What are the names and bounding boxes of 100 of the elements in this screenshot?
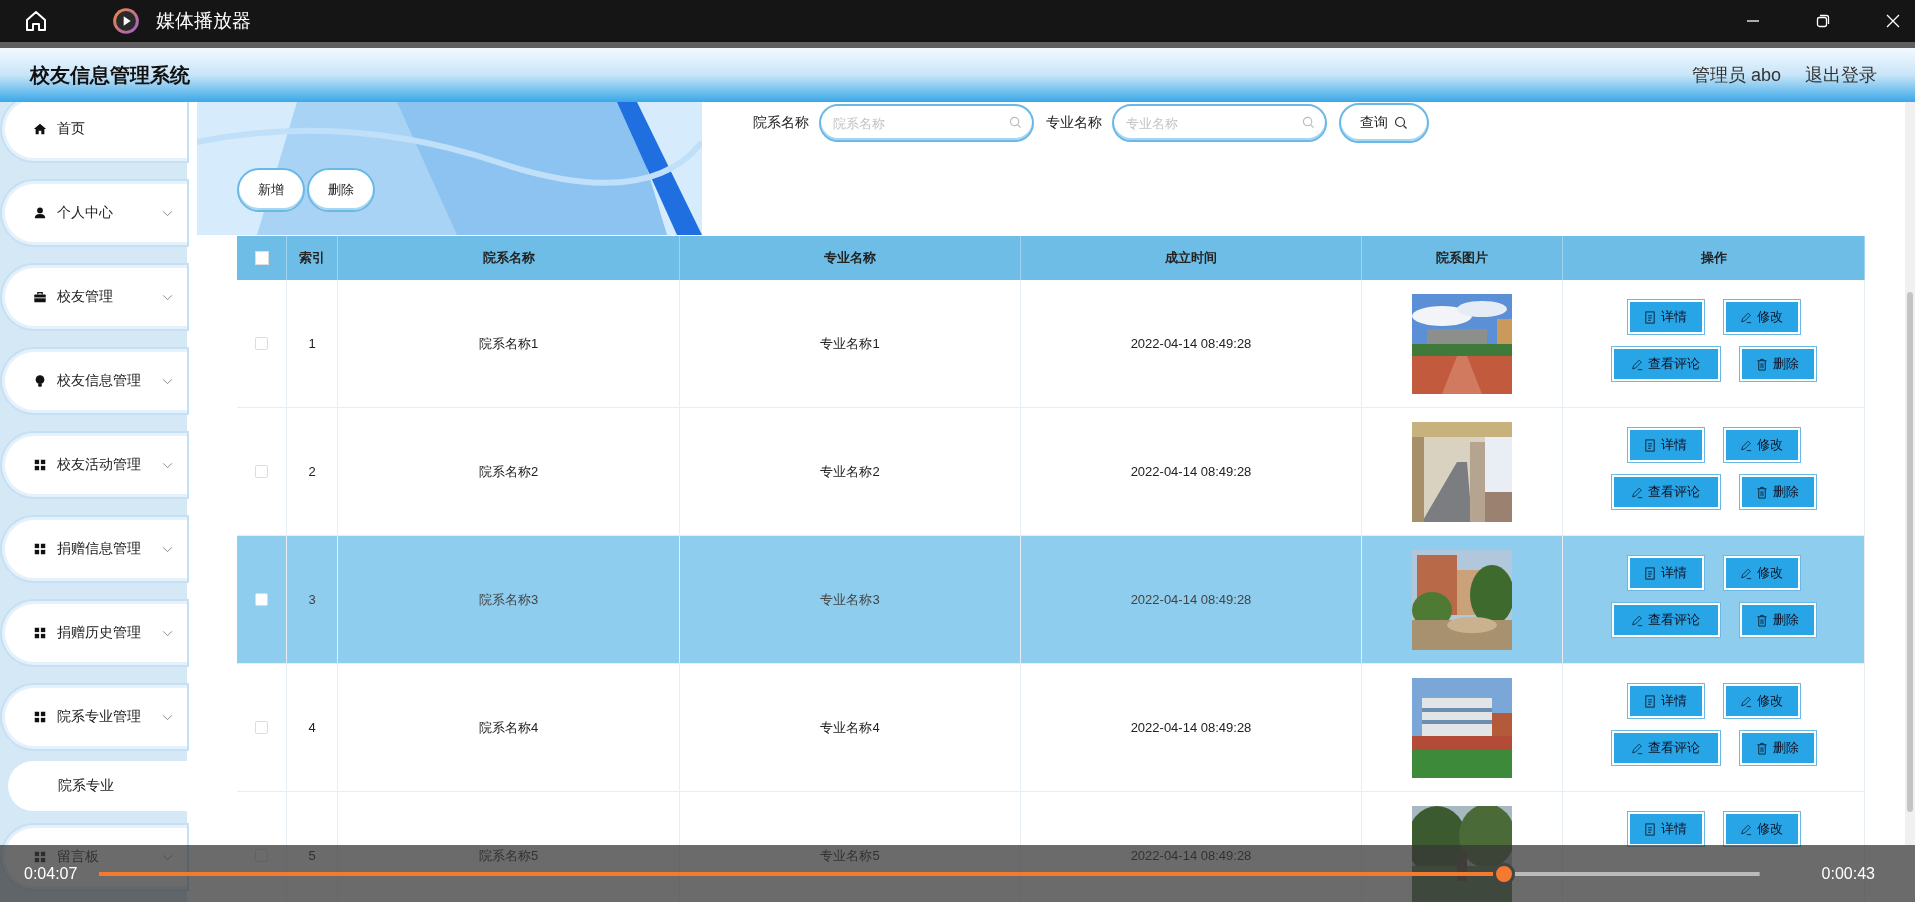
sidebar-item[interactable]: 捐赠历史管理 (2, 601, 187, 665)
user-icon (33, 206, 47, 220)
table-cell: 1 (308, 336, 316, 351)
table-row[interactable]: 3 院系名称3 专业名称3 2022-04-14 08:49:28 详情 修改 查看评论 删除 (237, 536, 1865, 664)
action-button[interactable]: 修改 (1723, 812, 1800, 846)
home-icon[interactable] (24, 9, 48, 33)
action-button[interactable]: 删除 (1739, 475, 1816, 509)
table-row[interactable]: 4 院系名称4 专业名称4 2022-04-14 08:49:28 详情 修改 查看评论 删除 (237, 664, 1865, 792)
action-button[interactable]: 查看评论 (1611, 347, 1720, 381)
document-icon (1644, 566, 1656, 580)
query-button[interactable]: 查询 (1339, 103, 1429, 143)
chevron-down-icon (162, 209, 173, 217)
sidebar-item[interactable]: 校友信息管理 (2, 349, 187, 413)
action-button[interactable]: 详情 (1627, 812, 1704, 846)
row-checkbox[interactable] (255, 721, 268, 734)
search-icon (1394, 116, 1408, 130)
table-cell: 2 (308, 464, 316, 479)
pencil-icon (1631, 357, 1643, 371)
document-icon (1644, 310, 1656, 324)
chevron-down-icon (162, 713, 173, 721)
document-icon (1644, 438, 1656, 452)
menu-label: 个人中心 (57, 204, 114, 222)
pencil-icon (1631, 741, 1643, 755)
menu-label: 校友管理 (57, 288, 114, 306)
seek-handle[interactable] (1492, 862, 1515, 885)
sidebar-item[interactable]: 首页 (2, 102, 187, 161)
select-all-checkbox[interactable] (254, 251, 269, 265)
chevron-down-icon (162, 377, 173, 385)
table-cell: 2022-04-14 08:49:28 (1130, 336, 1252, 351)
action-button[interactable]: 修改 (1723, 556, 1800, 590)
table-cell: 2022-04-14 08:49:28 (1130, 848, 1252, 863)
row-checkbox[interactable] (255, 593, 268, 606)
action-button[interactable]: 删除 (1739, 603, 1816, 637)
row-checkbox[interactable] (255, 337, 268, 350)
table-cell: 2022-04-14 08:49:28 (1130, 592, 1252, 607)
table-row[interactable]: 1 院系名称1 专业名称1 2022-04-14 08:49:28 详情 修改 查看评论 删除 (237, 280, 1865, 408)
action-button[interactable]: 详情 (1627, 684, 1704, 718)
sidebar-item[interactable]: 院系专业管理 (2, 685, 187, 749)
action-button[interactable]: 删除 (1739, 347, 1816, 381)
window-title: 媒体播放器 (156, 9, 251, 33)
pencil-icon (1740, 310, 1752, 324)
pencil-icon (1740, 694, 1752, 708)
bulb-icon (33, 374, 47, 388)
action-button[interactable]: 修改 (1723, 684, 1800, 718)
table-cell: 4 (308, 720, 316, 735)
chevron-down-icon (162, 545, 173, 553)
action-button[interactable]: 详情 (1627, 428, 1704, 462)
row-checkbox[interactable] (255, 465, 268, 478)
remaining-time: 0:00:43 (1821, 864, 1875, 883)
search-field[interactable]: 专业名称 (1112, 104, 1327, 142)
scrollbar[interactable] (1905, 102, 1915, 845)
logout-link[interactable]: 退出登录 (1805, 63, 1877, 87)
action-button[interactable]: 修改 (1723, 428, 1800, 462)
table-cell: 专业名称4 (820, 718, 880, 737)
table-row[interactable]: 2 院系名称2 专业名称2 2022-04-14 08:49:28 详情 修改 查看评论 删除 (237, 408, 1865, 536)
restore-icon[interactable] (1815, 13, 1831, 29)
table-cell: 专业名称1 (820, 334, 880, 353)
table-cell: 2022-04-14 08:49:28 (1130, 464, 1252, 479)
submenu-item[interactable]: 院系专业 (8, 761, 187, 811)
document-icon (1644, 694, 1656, 708)
chevron-down-icon (162, 461, 173, 469)
action-button[interactable]: 修改 (1723, 300, 1800, 334)
sidebar-item[interactable]: 校友管理 (2, 265, 187, 329)
table-cell: 5 (308, 848, 316, 863)
app-title: 校友信息管理系统 (30, 62, 190, 88)
pencil-icon (1631, 613, 1643, 627)
search-icon (1302, 116, 1315, 129)
sidebar-item[interactable]: 捐赠信息管理 (2, 517, 187, 581)
action-button[interactable]: 详情 (1627, 556, 1704, 590)
chevron-down-icon (162, 293, 173, 301)
grid-icon (33, 458, 47, 472)
table-cell: 院系名称1 (478, 334, 539, 353)
grid-icon (33, 710, 47, 724)
search-label: 院系名称 (753, 114, 809, 132)
home-icon (33, 122, 47, 136)
menu-label: 捐赠信息管理 (57, 540, 142, 558)
pencil-icon (1740, 822, 1752, 836)
search-field[interactable]: 院系名称 (819, 104, 1034, 142)
action-button[interactable]: 查看评论 (1611, 475, 1720, 509)
close-icon[interactable] (1885, 13, 1901, 29)
pencil-icon (1740, 438, 1752, 452)
trash-icon (1756, 613, 1768, 627)
pencil-icon (1740, 566, 1752, 580)
elapsed-time: 0:04:07 (24, 864, 78, 883)
play-logo-icon (112, 7, 140, 35)
table-cell: 院系名称3 (478, 590, 539, 609)
sidebar-item[interactable]: 校友活动管理 (2, 433, 187, 497)
action-button[interactable]: 查看评论 (1611, 731, 1720, 765)
chevron-down-icon (162, 629, 173, 637)
menu-label: 校友活动管理 (57, 456, 142, 474)
trash-icon (1756, 741, 1768, 755)
table-cell: 专业名称5 (820, 846, 880, 865)
grid-icon (33, 626, 47, 640)
action-button[interactable]: 删除 (1739, 731, 1816, 765)
admin-user-label: 管理员 abo (1691, 64, 1781, 87)
sidebar-item[interactable]: 个人中心 (2, 181, 187, 245)
table-cell: 院系名称4 (478, 718, 539, 737)
search-label: 专业名称 (1046, 114, 1102, 132)
action-button[interactable]: 查看评论 (1611, 603, 1720, 637)
action-button[interactable]: 详情 (1627, 300, 1704, 334)
